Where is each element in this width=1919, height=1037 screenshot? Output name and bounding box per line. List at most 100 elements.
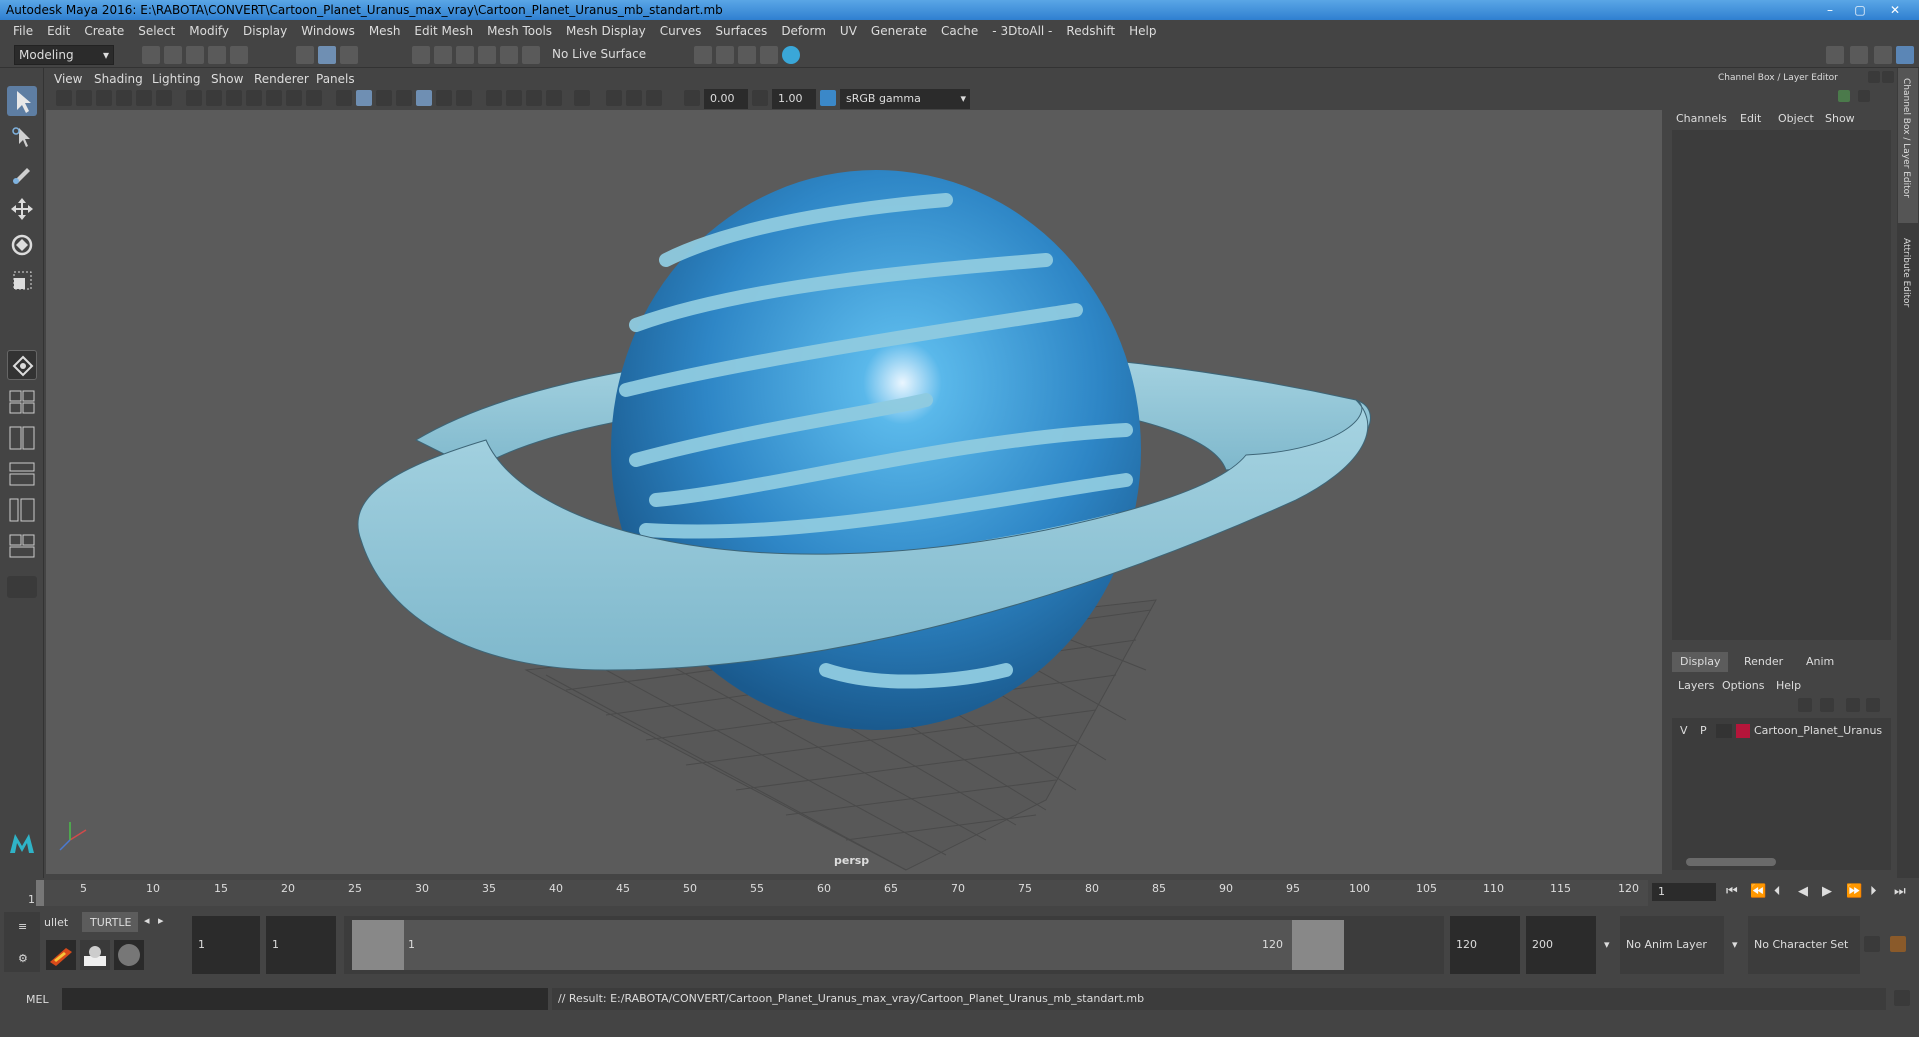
command-input[interactable] <box>62 988 548 1010</box>
float-panel-icon[interactable] <box>1868 71 1880 83</box>
close-button[interactable]: ✕ <box>1880 0 1910 20</box>
render-current-icon[interactable] <box>716 46 734 64</box>
menu-uv[interactable]: UV <box>833 24 864 38</box>
turtle-sphere-icon[interactable] <box>114 940 144 970</box>
modeling-toolkit-icon[interactable] <box>1826 46 1844 64</box>
shelf-tab-bullet[interactable]: ullet <box>44 916 68 929</box>
go-to-start-icon[interactable]: ⏮ <box>1726 884 1738 899</box>
scale-tool-icon[interactable] <box>7 266 37 296</box>
menu-windows[interactable]: Windows <box>294 24 362 38</box>
layout-outliner-icon[interactable] <box>7 460 37 488</box>
move-tool-icon[interactable] <box>7 194 37 224</box>
menu-help[interactable]: Help <box>1122 24 1163 38</box>
time-ruler[interactable]: 1 5 10 15 20 25 30 35 40 45 50 55 60 65 … <box>28 880 1648 906</box>
snap-grid-icon[interactable] <box>412 46 430 64</box>
step-forward-frame-icon[interactable]: ⏵ <box>1870 884 1877 899</box>
lasso-tool-icon[interactable] <box>7 122 37 152</box>
tab-anim[interactable]: Anim <box>1806 655 1834 668</box>
step-forward-key-icon[interactable]: ⏩ <box>1846 884 1862 899</box>
tab-attribute-editor-side[interactable]: Attribute Editor <box>1898 228 1918 348</box>
snap-view-icon[interactable] <box>478 46 496 64</box>
snap-point-icon[interactable] <box>456 46 474 64</box>
step-back-frame-icon[interactable]: ⏴ <box>1774 884 1781 899</box>
menu-3dtoall[interactable]: - 3DtoAll - <box>985 24 1059 38</box>
viewport-menu-view[interactable]: View <box>54 72 82 86</box>
menu-mesh-display[interactable]: Mesh Display <box>559 24 653 38</box>
safe-action-icon[interactable] <box>286 90 302 106</box>
exposure-icon[interactable] <box>684 90 700 106</box>
channel-list[interactable] <box>1672 130 1891 640</box>
script-editor-icon[interactable] <box>1894 990 1910 1006</box>
turtle-bake-icon[interactable] <box>80 940 110 970</box>
gate-mask-icon[interactable] <box>246 90 262 106</box>
select-hierarchy-icon[interactable] <box>296 46 314 64</box>
tool-settings-toggle-icon[interactable] <box>1874 46 1892 64</box>
shelf-menu-icon[interactable]: ≡ <box>18 920 27 933</box>
new-layer-icon[interactable] <box>1846 698 1860 712</box>
channel-box-toggle-icon[interactable] <box>1896 46 1914 64</box>
depth-of-field-icon[interactable] <box>526 90 542 106</box>
viewport-menu-lighting[interactable]: Lighting <box>152 72 201 86</box>
character-set-dropdown[interactable]: No Character Set <box>1748 916 1860 974</box>
viewport-menu-panels[interactable]: Panels <box>316 72 355 86</box>
menu-surfaces[interactable]: Surfaces <box>708 24 774 38</box>
xray-icon[interactable] <box>546 90 562 106</box>
ipr-render-icon[interactable] <box>738 46 756 64</box>
safe-title-icon[interactable] <box>306 90 322 106</box>
range-bar[interactable]: 1 1 120 <box>344 916 1444 974</box>
textured-icon[interactable] <box>416 90 432 106</box>
time-slider[interactable]: 1 5 10 15 20 25 30 35 40 45 50 55 60 65 … <box>0 878 1919 908</box>
new-scene-icon[interactable] <box>142 46 160 64</box>
animation-preferences-icon[interactable] <box>1890 936 1906 952</box>
range-end-handle[interactable] <box>1292 920 1344 970</box>
layer-name[interactable]: Cartoon_Planet_Uranus <box>1754 724 1882 737</box>
bookmark-icon[interactable] <box>96 90 112 106</box>
auto-key-icon[interactable] <box>1864 936 1880 952</box>
menu-deform[interactable]: Deform <box>774 24 833 38</box>
snap-live-icon[interactable] <box>522 46 540 64</box>
key-all-icon[interactable] <box>1838 90 1850 102</box>
menu-cache[interactable]: Cache <box>934 24 985 38</box>
playback-end-field[interactable]: 120 <box>1450 916 1520 974</box>
menu-mesh-tools[interactable]: Mesh Tools <box>480 24 559 38</box>
tab-render[interactable]: Render <box>1744 655 1783 668</box>
grease-pencil-icon[interactable] <box>156 90 172 106</box>
menu-create[interactable]: Create <box>77 24 131 38</box>
exposure-field[interactable]: 0.00 <box>704 89 748 109</box>
help-menu[interactable]: Help <box>1776 679 1801 692</box>
anim-layer-dropdown[interactable]: No Anim Layer <box>1620 916 1724 974</box>
viewport-menu-shading[interactable]: Shading <box>94 72 143 86</box>
channels-menu[interactable]: Channels <box>1676 112 1727 125</box>
shelf-scroll-left-icon[interactable]: ◂ <box>144 914 150 927</box>
menu-edit[interactable]: Edit <box>40 24 77 38</box>
minimize-button[interactable]: – <box>1815 0 1845 20</box>
menu-curves[interactable]: Curves <box>653 24 709 38</box>
xray-active-icon[interactable] <box>626 90 642 106</box>
menu-edit-mesh[interactable]: Edit Mesh <box>407 24 480 38</box>
backface-icon[interactable] <box>646 90 662 106</box>
maximize-button[interactable]: ▢ <box>1845 0 1875 20</box>
save-scene-icon[interactable] <box>186 46 204 64</box>
chevron-down-icon[interactable]: ▾ <box>1604 938 1610 951</box>
2d-pan-zoom-icon[interactable] <box>136 90 152 106</box>
turtle-render-icon[interactable] <box>46 940 76 970</box>
close-panel-icon[interactable] <box>1882 71 1894 83</box>
layer-row[interactable]: V P Cartoon_Planet_Uranus <box>1674 722 1889 740</box>
select-tool-icon[interactable] <box>7 86 37 116</box>
go-to-end-icon[interactable]: ⏭ <box>1894 884 1906 899</box>
grid-toggle-icon[interactable] <box>186 90 202 106</box>
persp-viewport[interactable]: persp <box>46 110 1662 874</box>
redo-icon[interactable] <box>230 46 248 64</box>
shelf-scroll-right-icon[interactable]: ▸ <box>158 914 164 927</box>
layout-four-view-icon[interactable] <box>7 388 37 416</box>
use-all-lights-icon[interactable] <box>436 90 452 106</box>
last-tool-icon[interactable] <box>7 350 37 380</box>
snap-curve-icon[interactable] <box>434 46 452 64</box>
viewport-menu-renderer[interactable]: Renderer <box>254 72 309 86</box>
tab-display[interactable]: Display <box>1672 652 1728 672</box>
edit-menu[interactable]: Edit <box>1740 112 1761 125</box>
color-management-icon[interactable] <box>820 90 836 106</box>
film-gate-icon[interactable] <box>206 90 222 106</box>
hypershade-icon[interactable] <box>782 46 800 64</box>
gamma-field[interactable]: 1.00 <box>772 89 816 109</box>
